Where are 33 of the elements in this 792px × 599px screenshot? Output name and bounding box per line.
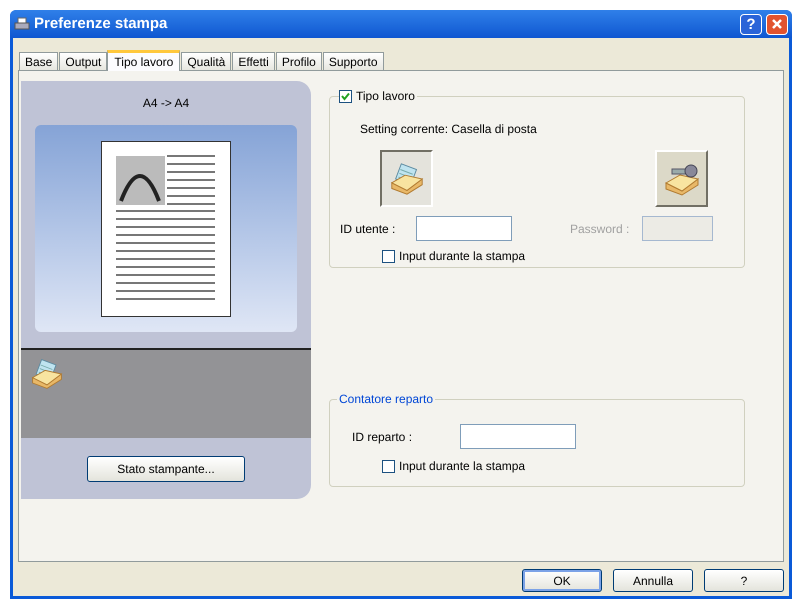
- tab[interactable]: Effetti: [232, 52, 275, 70]
- paper-tray-icon: [29, 356, 65, 392]
- input-during-print-label: Input durante la stampa: [399, 458, 526, 475]
- checkmark-icon: [341, 92, 350, 100]
- dialog-button[interactable]: OK: [522, 569, 602, 592]
- dialog-button[interactable]: ?: [704, 569, 784, 592]
- tab[interactable]: Base: [19, 52, 58, 70]
- dialog-button[interactable]: Annulla: [613, 569, 693, 592]
- user-id-field[interactable]: [416, 216, 512, 241]
- tab[interactable]: Profilo: [276, 52, 322, 70]
- secure-print-mode-button[interactable]: [655, 150, 708, 207]
- help-button[interactable]: ?: [740, 14, 762, 34]
- current-setting-text: Setting corrente: Casella di posta: [360, 122, 537, 136]
- department-id-label: ID reparto :: [352, 428, 414, 446]
- checkbox[interactable]: [339, 90, 352, 102]
- job-type-label: Tipo lavoro: [356, 88, 415, 105]
- tab[interactable]: Tipo lavoro: [107, 50, 180, 71]
- user-id-label: ID utente :: [340, 220, 396, 238]
- input-during-print-label: Input durante la stampa: [399, 248, 526, 265]
- printer-icon: [14, 16, 30, 32]
- password-label: Password :: [570, 220, 630, 238]
- checkbox[interactable]: [382, 460, 395, 472]
- printer-status-button[interactable]: Stato stampante...: [87, 456, 245, 482]
- tab[interactable]: Qualità: [181, 52, 232, 70]
- paper-size-label: A4 -> A4: [142, 95, 190, 112]
- close-icon: [771, 18, 783, 30]
- mailbox-mode-button[interactable]: [380, 150, 433, 207]
- close-button[interactable]: [766, 14, 788, 34]
- tab[interactable]: Supporto: [322, 52, 384, 70]
- window-title: Preferenze stampa: [34, 14, 168, 34]
- tab[interactable]: Output: [59, 52, 108, 70]
- department-id-field[interactable]: [460, 424, 576, 449]
- checkbox[interactable]: [382, 250, 395, 262]
